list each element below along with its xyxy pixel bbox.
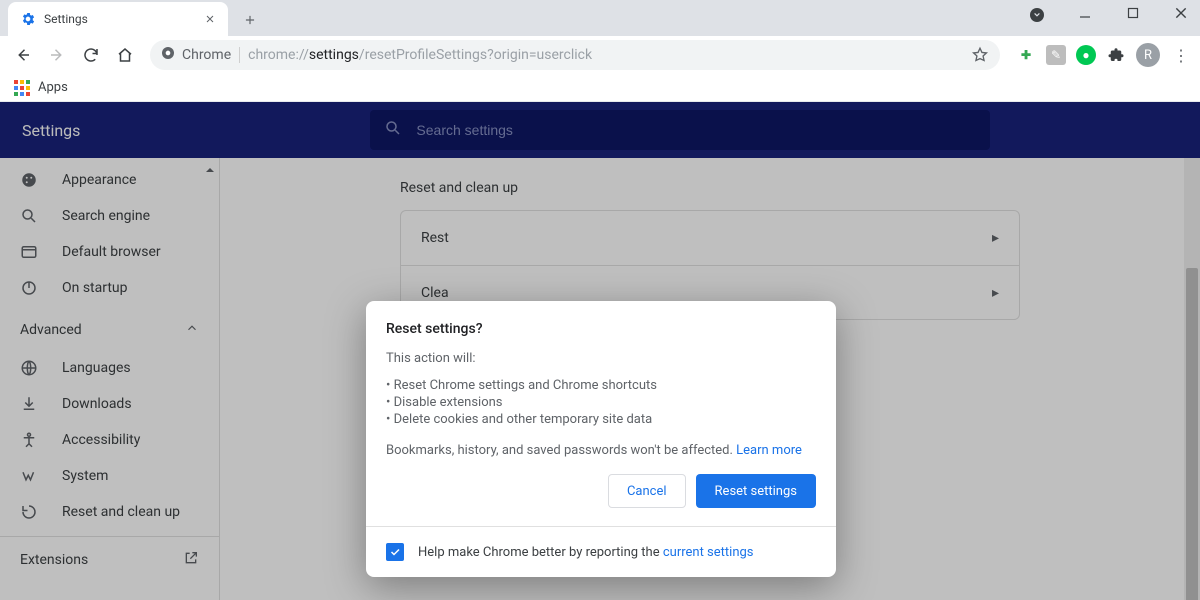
learn-more-link[interactable]: Learn more: [736, 443, 802, 458]
dialog-intro: This action will:: [386, 351, 816, 366]
tab-title: Settings: [44, 12, 194, 26]
extension-1-icon[interactable]: ✚: [1016, 45, 1036, 65]
settings-favicon-icon: [20, 11, 36, 27]
reset-settings-button[interactable]: Reset settings: [696, 474, 816, 508]
apps-shortcut[interactable]: Apps: [14, 80, 68, 96]
forward-button[interactable]: [42, 40, 72, 70]
extension-2-icon[interactable]: ✎: [1046, 45, 1066, 65]
new-tab-button[interactable]: [236, 6, 264, 34]
bullet-2: • Disable extensions: [386, 395, 816, 410]
reset-settings-dialog: Reset settings? This action will: • Rese…: [366, 301, 836, 577]
apps-grid-icon: [14, 80, 30, 96]
extension-3-icon[interactable]: ●: [1076, 45, 1096, 65]
bullet-1: • Reset Chrome settings and Chrome short…: [386, 378, 816, 393]
home-button[interactable]: [110, 40, 140, 70]
dialog-footer: Help make Chrome better by reporting the…: [366, 526, 836, 577]
address-bar[interactable]: Chrome chrome://settings/resetProfileSet…: [150, 40, 1000, 70]
browser-tab[interactable]: Settings: [8, 2, 228, 36]
dialog-bullets: • Reset Chrome settings and Chrome short…: [386, 378, 816, 427]
profile-avatar[interactable]: R: [1136, 43, 1160, 67]
bullet-3: • Delete cookies and other temporary sit…: [386, 412, 816, 427]
toolbar: Chrome chrome://settings/resetProfileSet…: [0, 36, 1200, 74]
dialog-note: Bookmarks, history, and saved passwords …: [386, 443, 816, 458]
url-text: chrome://settings/resetProfileSettings?o…: [248, 47, 592, 63]
origin-label: Chrome: [182, 47, 231, 63]
current-settings-link[interactable]: current settings: [663, 545, 754, 560]
close-window-button[interactable]: [1166, 6, 1196, 24]
bookmarks-bar: Apps: [0, 74, 1200, 102]
cancel-button[interactable]: Cancel: [608, 474, 686, 508]
apps-label: Apps: [38, 80, 68, 95]
chrome-menu-button[interactable]: ⋮: [1168, 46, 1194, 65]
minimize-button[interactable]: [1070, 7, 1100, 23]
maximize-button[interactable]: [1118, 7, 1148, 23]
titlebar: Settings: [0, 0, 1200, 36]
divider: [239, 47, 240, 63]
account-dropdown-icon[interactable]: [1022, 8, 1052, 23]
footer-text: Help make Chrome better by reporting the…: [418, 545, 754, 560]
tab-close-button[interactable]: [202, 11, 218, 27]
chrome-icon: [160, 45, 176, 65]
extension-icons: ✚ ✎ ● R: [1016, 43, 1160, 67]
window-controls: [1022, 0, 1196, 30]
extensions-puzzle-icon[interactable]: [1106, 45, 1126, 65]
report-checkbox[interactable]: [386, 543, 404, 561]
page-content: Settings Appearance Search engine Defaul…: [0, 102, 1200, 600]
site-info-chip[interactable]: Chrome: [160, 45, 231, 65]
back-button[interactable]: [8, 40, 38, 70]
reload-button[interactable]: [76, 40, 106, 70]
bookmark-star-button[interactable]: [970, 45, 990, 65]
dialog-title: Reset settings?: [386, 321, 816, 337]
